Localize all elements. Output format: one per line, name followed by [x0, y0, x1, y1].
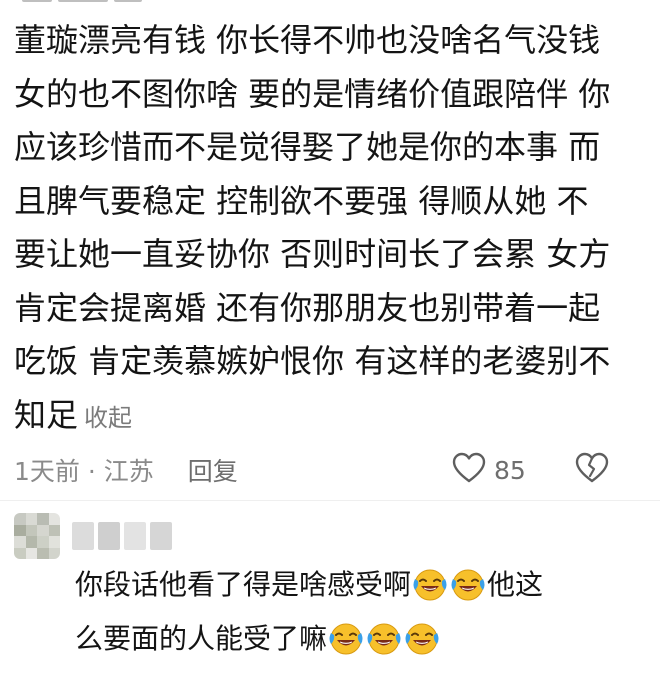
comment-time-location: 1天前 · 江苏	[14, 457, 154, 486]
collapse-link[interactable]: 收起	[84, 404, 132, 432]
reply-header	[14, 508, 172, 564]
laughing-crying-emoji-icon	[403, 620, 441, 658]
dislike-button[interactable]	[574, 450, 610, 490]
like-button[interactable]: 85	[452, 450, 526, 490]
reply-button[interactable]: 回复	[188, 452, 238, 488]
comment-line-8: 知足 收起	[14, 389, 644, 443]
reply-line-1-tail: 他这	[487, 568, 544, 601]
comment-line-3: 应该珍惜而不是觉得娶了她是你的本事 而	[14, 128, 601, 166]
laughing-crying-emoji-icon	[327, 620, 365, 658]
reply-line-2-text: 么要面的人能受了嘛	[75, 622, 328, 655]
comment-body: 董璇漂亮有钱 你长得不帅也没啥名气没钱 女的也不图你啥 要的是情绪价值跟陪伴 你…	[14, 14, 644, 442]
like-count: 85	[494, 455, 526, 485]
reply-line-1-text: 你段话他看了得是啥感受啊	[75, 568, 412, 601]
laughing-crying-emoji-icon	[411, 566, 449, 604]
heart-outline-icon	[452, 452, 486, 488]
laughing-crying-emoji-icon	[365, 620, 403, 658]
comment-divider	[0, 500, 660, 501]
comment-line-7: 吃饭 肯定羡慕嫉妒恨你 有这样的老婆别不	[14, 342, 611, 380]
comment-meta-row: 1天前 · 江苏 回复 85	[14, 448, 646, 492]
reply-body: 你段话他看了得是啥感受啊 他这 么要面的人能受了嘛	[75, 558, 655, 666]
reply-line-1: 你段话他看了得是啥感受啊 他这	[75, 558, 655, 612]
username-blurred[interactable]	[72, 522, 172, 550]
broken-heart-icon	[574, 452, 610, 488]
comment-line-6: 肯定会提离婚 还有你那朋友也别带着一起	[14, 288, 601, 327]
comment-line-8-text: 知足	[14, 395, 79, 434]
comment-line-5: 要让她一直妥协你 否则时间长了会累 女方	[14, 235, 611, 273]
previous-content-fragment	[22, 0, 162, 4]
laughing-crying-emoji-icon	[449, 566, 487, 604]
comment-line-4: 且脾气要稳定 控制欲不要强 得顺从她 不	[14, 181, 589, 220]
comment-line-2: 女的也不图你啥 要的是情绪价值跟陪伴 你	[14, 74, 611, 113]
comment-line-1: 董璇漂亮有钱 你长得不帅也没啥名气没钱	[14, 21, 601, 59]
avatar[interactable]	[14, 513, 60, 559]
reply-line-2: 么要面的人能受了嘛	[75, 612, 655, 666]
